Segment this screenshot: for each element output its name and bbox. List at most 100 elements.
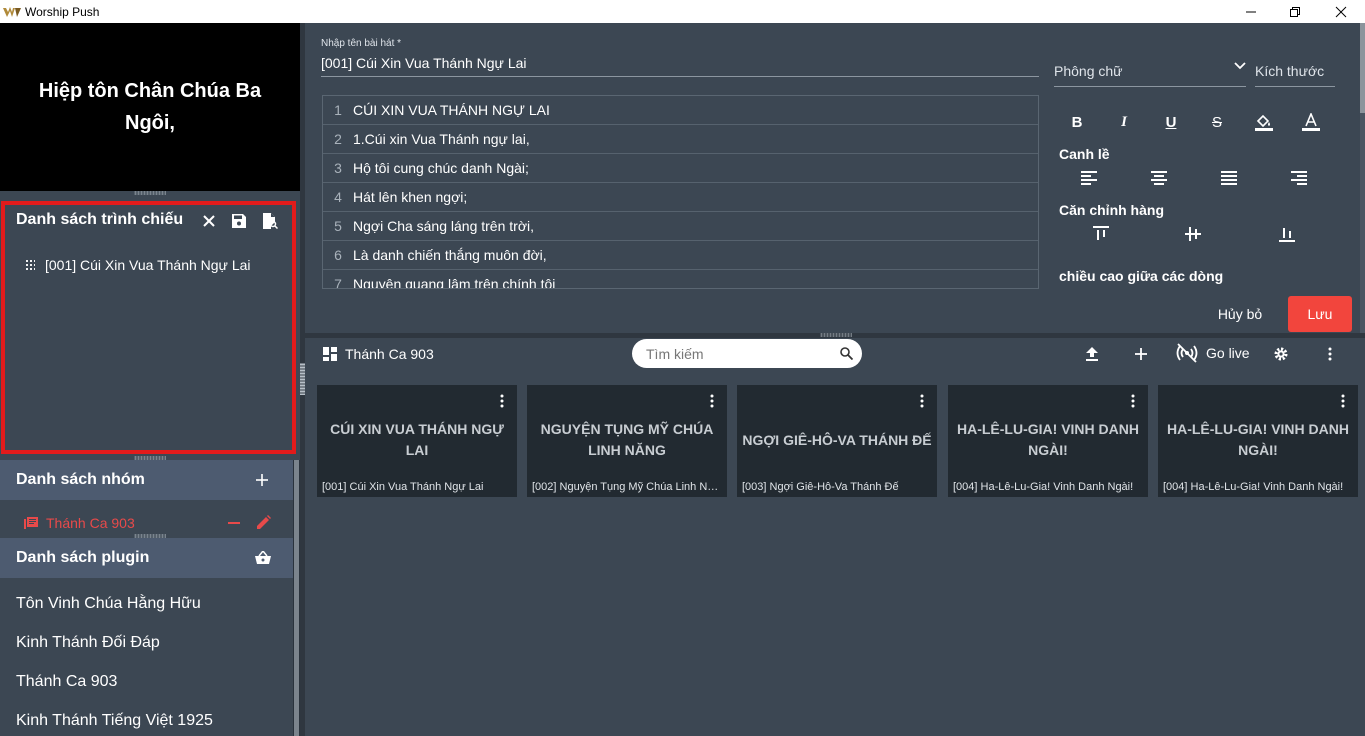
- lyric-line[interactable]: 2 1.Cúi xin Vua Thánh ngự lai,: [323, 125, 1038, 154]
- card-subtitle: [003] Ngợi Giê-Hô-Va Thánh Đế: [742, 481, 899, 493]
- close-window-button[interactable]: [1318, 0, 1364, 23]
- restore-button[interactable]: [1272, 0, 1318, 23]
- lyric-line[interactable]: 3 Hộ tôi cung chúc danh Ngài;: [323, 154, 1038, 183]
- vertical-align-bottom-icon: [1279, 228, 1295, 242]
- song-card[interactable]: NGUYỆN TỤNG MỸ CHÚA LINH NĂNG [002] Nguy…: [527, 385, 727, 497]
- line-number: 1: [334, 102, 342, 118]
- align-justify-icon: [1221, 171, 1237, 185]
- song-card[interactable]: CÚI XIN VUA THÁNH NGỰ LAI [001] Cúi Xin …: [317, 385, 517, 497]
- live-preview: Hiệp tôn Chân Chúa Ba Ngôi,: [0, 23, 300, 191]
- card-menu-button[interactable]: [1338, 393, 1348, 409]
- strikethrough-button[interactable]: S: [1204, 109, 1230, 135]
- scrollbar-thumb[interactable]: [294, 460, 299, 736]
- close-icon: [1335, 6, 1347, 17]
- settings-button[interactable]: [1272, 343, 1290, 365]
- valign-center-button[interactable]: [1180, 221, 1206, 247]
- add-song-button[interactable]: [1134, 343, 1148, 365]
- more-menu-button[interactable]: [1325, 343, 1335, 365]
- lyric-line[interactable]: 6 Là danh chiến thắng muôn đời,: [323, 241, 1038, 270]
- align-left-button[interactable]: [1076, 165, 1102, 191]
- group-item[interactable]: Thánh Ca 903: [0, 511, 293, 535]
- save-playlist-button[interactable]: [229, 211, 249, 231]
- shopping-basket-icon[interactable]: [255, 551, 271, 565]
- drag-handle-icon[interactable]: [25, 259, 35, 271]
- line-text: Hộ tôi cung chúc danh Ngài;: [353, 160, 529, 176]
- add-group-icon[interactable]: [256, 474, 268, 486]
- plugin-item[interactable]: Kinh Thánh Đối Đáp: [16, 634, 160, 652]
- song-name-label: Nhập tên bài hát *: [321, 38, 402, 49]
- groups-header: Danh sách nhóm: [0, 460, 293, 500]
- line-number: 7: [334, 276, 342, 289]
- plugin-item[interactable]: Thánh Ca 903: [16, 673, 117, 691]
- save-icon: [232, 214, 246, 228]
- upload-icon: [1086, 347, 1098, 361]
- playlist-item[interactable]: [001] Cúi Xin Vua Thánh Ngự Lai: [25, 257, 251, 273]
- song-card[interactable]: HA-LÊ-LU-GIA! VINH DANH NGÀI! [004] Ha-L…: [948, 385, 1148, 497]
- go-live-label: Go live: [1206, 345, 1250, 361]
- save-button[interactable]: Lưu: [1288, 296, 1352, 332]
- search-input[interactable]: [646, 345, 826, 362]
- line-number: 6: [334, 247, 342, 263]
- lyric-line[interactable]: 7 Nguyên quang lâm trên chính tôi: [323, 270, 1038, 289]
- align-center-icon: [1151, 171, 1167, 185]
- go-live-button[interactable]: Go live: [1176, 343, 1250, 363]
- card-menu-button[interactable]: [707, 393, 717, 409]
- line-text: CÚI XIN VUA THÁNH NGỰ LAI: [353, 102, 550, 118]
- align-justify-button[interactable]: [1216, 165, 1242, 191]
- open-playlist-button[interactable]: [260, 211, 280, 231]
- underline-icon: U: [1165, 113, 1177, 131]
- valign-section-label: Căn chỉnh hàng: [1059, 202, 1164, 218]
- valign-bottom-button[interactable]: [1274, 221, 1300, 247]
- lyric-line[interactable]: 1 CÚI XIN VUA THÁNH NGỰ LAI: [323, 96, 1038, 125]
- card-menu-button[interactable]: [1128, 393, 1138, 409]
- italic-button[interactable]: I: [1111, 109, 1137, 135]
- card-title: NGỢI GIÊ-HÔ-VA THÁNH ĐẾ: [742, 431, 932, 448]
- playlist-item-label: [001] Cúi Xin Vua Thánh Ngự Lai: [45, 257, 251, 273]
- upload-button[interactable]: [1085, 343, 1099, 365]
- plugin-item[interactable]: Tôn Vinh Chúa Hằng Hữu: [16, 595, 201, 613]
- font-size-input[interactable]: Kích thước: [1255, 63, 1335, 87]
- lyric-line[interactable]: 4 Hát lên khen ngợi;: [323, 183, 1038, 212]
- plugins-title: Danh sách plugin: [16, 549, 150, 566]
- align-right-button[interactable]: [1286, 165, 1312, 191]
- card-title: CÚI XIN VUA THÁNH NGỰ LAI: [330, 421, 504, 458]
- vertical-align-center-icon: [1185, 227, 1201, 241]
- dashboard-icon: [323, 347, 337, 361]
- live-off-icon: [1176, 343, 1198, 363]
- card-title: HA-LÊ-LU-GIA! VINH DANH NGÀI!: [1167, 421, 1349, 458]
- remove-group-icon[interactable]: [228, 522, 240, 524]
- text-color-button[interactable]: [1298, 109, 1324, 135]
- sidebar-scrollbar[interactable]: [293, 460, 300, 736]
- valign-top-button[interactable]: [1088, 221, 1114, 247]
- song-card[interactable]: HA-LÊ-LU-GIA! VINH DANH NGÀI! [004] Ha-L…: [1158, 385, 1358, 497]
- splitter-grip[interactable]: [820, 333, 852, 337]
- card-menu-button[interactable]: [917, 393, 927, 409]
- add-icon: [1135, 348, 1147, 360]
- app-logo-icon: [3, 6, 21, 17]
- fill-color-button[interactable]: [1251, 109, 1277, 135]
- editor-scrollbar[interactable]: [1360, 23, 1365, 333]
- search-box[interactable]: [632, 339, 862, 368]
- song-card[interactable]: NGỢI GIÊ-HÔ-VA THÁNH ĐẾ [003] Ngợi Giê-H…: [737, 385, 937, 497]
- lyrics-editor[interactable]: 1 CÚI XIN VUA THÁNH NGỰ LAI 2 1.Cúi xin Vu…: [322, 95, 1039, 289]
- preview-resize-handle[interactable]: [134, 191, 166, 195]
- underline-button[interactable]: U: [1158, 109, 1184, 135]
- plugin-item[interactable]: Kinh Thánh Tiếng Việt 1925: [16, 712, 213, 730]
- bold-button[interactable]: B: [1064, 109, 1090, 135]
- font-family-select[interactable]: Phông chữ: [1054, 62, 1246, 87]
- scrollbar-thumb[interactable]: [1360, 23, 1365, 113]
- lyric-line[interactable]: 5 Ngợi Cha sáng láng trên trời,: [323, 212, 1038, 241]
- edit-group-icon[interactable]: [257, 515, 271, 529]
- song-editor: Nhập tên bài hát * [001] Cúi Xin Vua Thá…: [305, 23, 1360, 333]
- gear-icon: [1274, 347, 1288, 361]
- align-center-button[interactable]: [1146, 165, 1172, 191]
- card-subtitle: [001] Cúi Xin Vua Thánh Ngự Lai: [322, 481, 484, 493]
- card-title: HA-LÊ-LU-GIA! VINH DANH NGÀI!: [957, 421, 1139, 458]
- song-name-input[interactable]: [001] Cúi Xin Vua Thánh Ngự Lai: [321, 55, 1039, 77]
- card-menu-button[interactable]: [497, 393, 507, 409]
- cancel-button[interactable]: Hủy bỏ: [1210, 299, 1270, 329]
- minimize-button[interactable]: [1228, 0, 1274, 23]
- clear-playlist-button[interactable]: [199, 211, 219, 231]
- search-icon[interactable]: [840, 347, 853, 360]
- line-text: Ngợi Cha sáng láng trên trời,: [353, 218, 535, 234]
